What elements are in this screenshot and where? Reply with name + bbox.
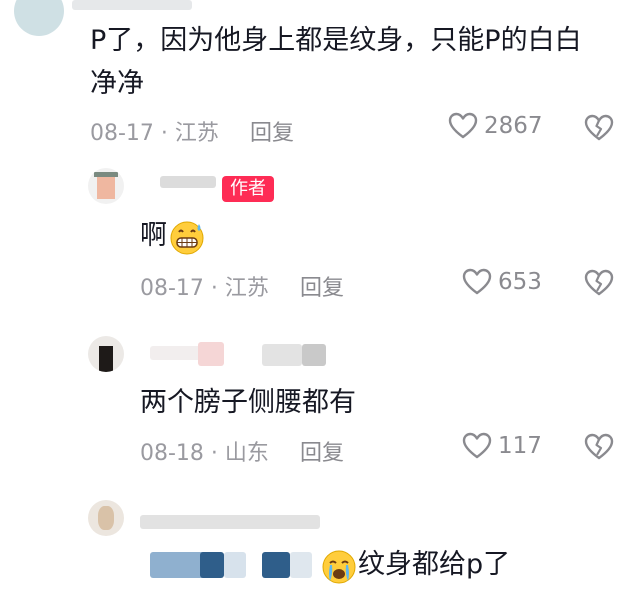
broken-heart-icon[interactable] bbox=[584, 114, 614, 142]
comment-text: 纹身都给p了 bbox=[358, 549, 511, 580]
mention-blurred bbox=[262, 552, 290, 578]
avatar[interactable] bbox=[88, 500, 124, 536]
avatar[interactable] bbox=[14, 0, 64, 36]
comment-text: 两个膀子侧腰都有 bbox=[140, 387, 356, 418]
username-blurred bbox=[72, 0, 192, 10]
broken-heart-icon[interactable] bbox=[584, 433, 614, 461]
broken-heart-icon[interactable] bbox=[584, 269, 614, 297]
comment-text-line-1: P了，因为他身上都是纹身，只能P的白白 bbox=[90, 25, 582, 56]
comment-text-line-2: 净净 bbox=[90, 68, 144, 99]
like-button[interactable]: 117 bbox=[462, 432, 542, 460]
username-blurred bbox=[302, 344, 326, 366]
username-blurred bbox=[160, 176, 216, 188]
username-blurred bbox=[140, 515, 320, 529]
heart-outline-icon bbox=[448, 112, 478, 139]
like-count: 117 bbox=[498, 433, 542, 459]
like-button[interactable]: 653 bbox=[462, 268, 542, 296]
grimacing-sweat-emoji bbox=[170, 221, 204, 255]
mention-blurred bbox=[200, 552, 224, 578]
like-count: 2867 bbox=[484, 113, 543, 139]
username-blurred bbox=[198, 342, 224, 366]
comment-time-location: 08-17 · 江苏 bbox=[140, 276, 269, 301]
reply-button[interactable]: 回复 bbox=[300, 435, 344, 467]
crying-emoji bbox=[322, 550, 356, 584]
avatar[interactable] bbox=[88, 336, 124, 372]
heart-outline-icon bbox=[462, 268, 492, 295]
reply-button[interactable]: 回复 bbox=[300, 270, 344, 302]
like-button[interactable]: 2867 bbox=[448, 112, 543, 140]
mention-blurred bbox=[290, 552, 312, 578]
comment-text: 啊 bbox=[140, 220, 167, 251]
username-blurred bbox=[262, 344, 302, 366]
comment-time-location: 08-17 · 江苏 bbox=[90, 121, 219, 146]
mention-blurred bbox=[224, 552, 246, 578]
reply-button[interactable]: 回复 bbox=[250, 115, 294, 147]
author-badge: 作者 bbox=[222, 176, 274, 202]
avatar[interactable] bbox=[88, 168, 124, 204]
heart-outline-icon bbox=[462, 432, 492, 459]
like-count: 653 bbox=[498, 269, 542, 295]
comment-time-location: 08-18 · 山东 bbox=[140, 441, 269, 466]
